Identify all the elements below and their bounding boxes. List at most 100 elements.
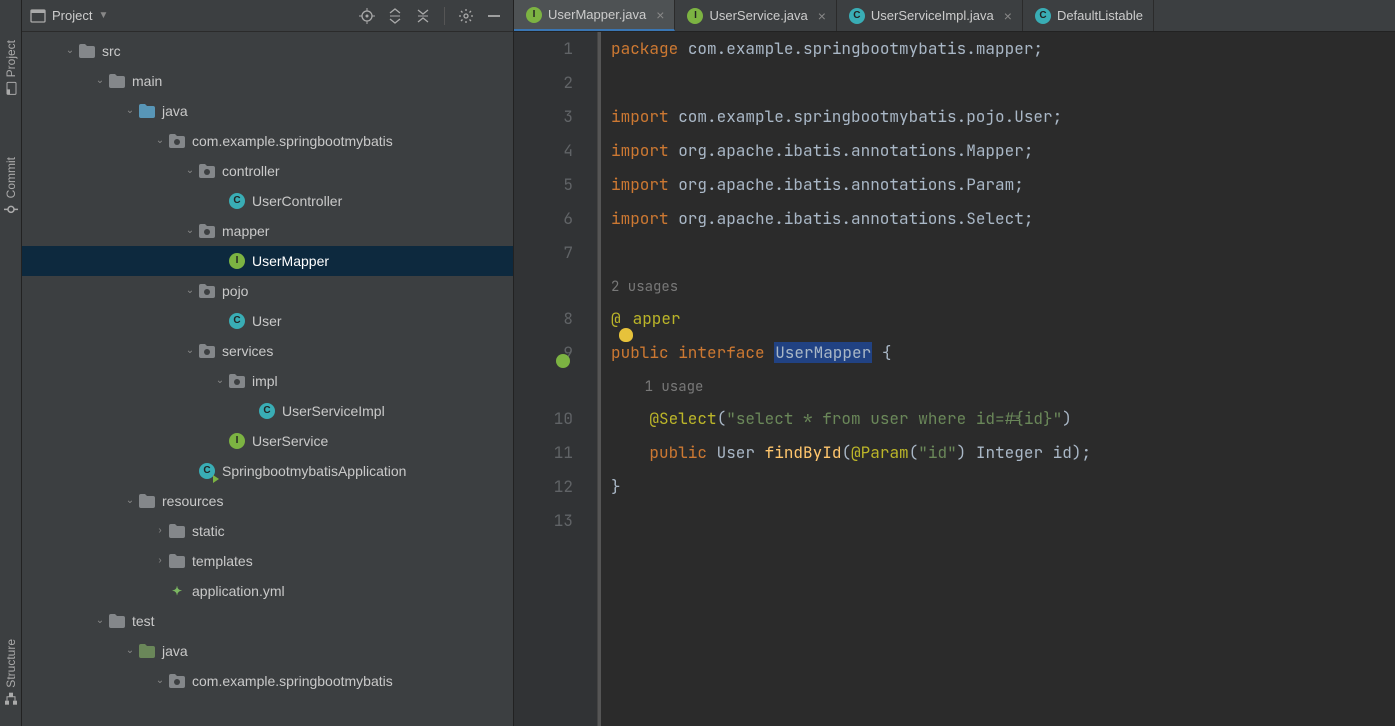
editor-tab[interactable]: IUserService.java× bbox=[675, 0, 836, 31]
line-number: 13 bbox=[514, 504, 573, 538]
editor-tab[interactable]: C DefaultListable bbox=[1023, 0, 1154, 31]
tree-node[interactable]: ⌄test bbox=[22, 606, 513, 636]
expand-arrow-icon[interactable]: ⌄ bbox=[152, 126, 168, 156]
int-icon: I bbox=[526, 7, 542, 23]
rail-project[interactable]: Project bbox=[4, 40, 18, 95]
expand-arrow-icon[interactable]: ⌄ bbox=[62, 36, 78, 66]
code-line[interactable]: @Select("select * from user where id=#{i… bbox=[611, 402, 1395, 436]
run-icon: C bbox=[198, 462, 216, 480]
tree-node[interactable]: ⌄resources bbox=[22, 486, 513, 516]
editor-tab[interactable]: IUserMapper.java× bbox=[514, 0, 675, 31]
pkg-icon bbox=[228, 372, 246, 390]
code-line[interactable] bbox=[611, 66, 1395, 100]
cls-icon: C bbox=[228, 312, 246, 330]
expand-arrow-icon[interactable]: ⌄ bbox=[122, 636, 138, 666]
expand-all-button[interactable] bbox=[384, 5, 406, 27]
tst-icon bbox=[138, 642, 156, 660]
code-line[interactable]: } bbox=[611, 470, 1395, 504]
project-panel-title[interactable]: Project ▼ bbox=[30, 8, 108, 24]
tree-node[interactable]: ⌄ java bbox=[22, 96, 513, 126]
tree-node-label: UserService bbox=[252, 426, 328, 456]
tree-node[interactable]: ⌄services bbox=[22, 336, 513, 366]
res-icon bbox=[138, 492, 156, 510]
expand-arrow-icon[interactable]: ⌄ bbox=[182, 276, 198, 306]
code-line[interactable] bbox=[611, 236, 1395, 270]
tree-node-label: java bbox=[162, 96, 188, 126]
tree-node-label: java bbox=[162, 636, 188, 666]
tree-node-label: templates bbox=[192, 546, 253, 576]
collapse-all-button[interactable] bbox=[412, 5, 434, 27]
tree-node[interactable]: IUserMapper bbox=[22, 246, 513, 276]
expand-arrow-icon[interactable]: ⌄ bbox=[182, 336, 198, 366]
tree-node-label: SpringbootmybatisApplication bbox=[222, 456, 406, 486]
tree-node[interactable]: ⌄ java bbox=[22, 636, 513, 666]
tab-label: DefaultListable bbox=[1057, 8, 1143, 23]
tree-node-label: static bbox=[192, 516, 225, 546]
project-tree[interactable]: ⌄src⌄main⌄java⌄com.example.springbootmyb… bbox=[22, 32, 513, 726]
line-number: 5 bbox=[514, 168, 573, 202]
code-line[interactable]: public interface UserMapper { bbox=[611, 336, 1395, 370]
cls-icon: C bbox=[1035, 8, 1051, 24]
usages-inlay[interactable]: 1 usage bbox=[611, 370, 1395, 402]
code-line[interactable]: import com.example.springbootmybatis.poj… bbox=[611, 100, 1395, 134]
close-icon[interactable]: × bbox=[1004, 8, 1012, 24]
line-number: 4 bbox=[514, 134, 573, 168]
expand-arrow-icon[interactable]: ⌄ bbox=[92, 606, 108, 636]
pkg-icon bbox=[168, 672, 186, 690]
code-line[interactable]: @apper bbox=[611, 302, 1395, 336]
code-area[interactable]: 1234567 89 10111213 package com.example.… bbox=[514, 32, 1395, 726]
code-line[interactable]: import org.apache.ibatis.annotations.Sel… bbox=[611, 202, 1395, 236]
tree-node[interactable]: ⌄ com.example.springbootmybatis bbox=[22, 666, 513, 696]
cls-icon: C bbox=[849, 8, 865, 24]
line-number: 12 bbox=[514, 470, 573, 504]
expand-arrow-icon[interactable]: ⌄ bbox=[182, 216, 198, 246]
tree-node[interactable]: CUserServiceImpl bbox=[22, 396, 513, 426]
gutter: 1234567 89 10111213 bbox=[514, 32, 598, 726]
tree-node[interactable]: ⌄pojo bbox=[22, 276, 513, 306]
tree-node[interactable]: ⌄src bbox=[22, 36, 513, 66]
settings-button[interactable] bbox=[455, 5, 477, 27]
expand-arrow-icon[interactable]: › bbox=[152, 516, 168, 546]
expand-arrow-icon[interactable]: › bbox=[152, 546, 168, 576]
tree-node-label: com.example.springbootmybatis bbox=[192, 666, 393, 696]
rail-commit[interactable]: Commit bbox=[4, 157, 18, 216]
code-line[interactable]: public User findById(@Param("id") Intege… bbox=[611, 436, 1395, 470]
dir-icon bbox=[168, 522, 186, 540]
code-line[interactable]: import org.apache.ibatis.annotations.Map… bbox=[611, 134, 1395, 168]
expand-arrow-icon[interactable]: ⌄ bbox=[152, 666, 168, 696]
expand-arrow-icon[interactable]: ⌄ bbox=[122, 96, 138, 126]
tree-node[interactable]: ⌄main bbox=[22, 66, 513, 96]
leaf-icon: ✦ bbox=[172, 576, 182, 606]
expand-arrow-icon[interactable]: ⌄ bbox=[212, 366, 228, 396]
line-number: 10 bbox=[514, 402, 573, 436]
expand-arrow-icon[interactable]: ⌄ bbox=[122, 486, 138, 516]
class-name-highlight: UserMapper bbox=[774, 342, 872, 363]
expand-arrow-icon[interactable]: ⌄ bbox=[92, 66, 108, 96]
code-line[interactable]: import org.apache.ibatis.annotations.Par… bbox=[611, 168, 1395, 202]
src-icon bbox=[138, 102, 156, 120]
tree-node[interactable]: ✦application.yml bbox=[22, 576, 513, 606]
tree-node[interactable]: ⌄impl bbox=[22, 366, 513, 396]
tree-node[interactable]: ⌄com.example.springbootmybatis bbox=[22, 126, 513, 156]
line-number: 3 bbox=[514, 100, 573, 134]
code-line[interactable] bbox=[611, 504, 1395, 538]
tree-node[interactable]: IUserService bbox=[22, 426, 513, 456]
tree-node[interactable]: › static bbox=[22, 516, 513, 546]
select-opened-file-button[interactable] bbox=[356, 5, 378, 27]
tree-node[interactable]: › templates bbox=[22, 546, 513, 576]
tree-node[interactable]: CUserController bbox=[22, 186, 513, 216]
rail-structure[interactable]: Structure bbox=[4, 639, 18, 706]
hide-button[interactable] bbox=[483, 5, 505, 27]
editor-tab[interactable]: CUserServiceImpl.java× bbox=[837, 0, 1023, 31]
usages-inlay[interactable]: 2 usages bbox=[611, 270, 1395, 302]
pkg-icon bbox=[198, 222, 216, 240]
tree-node[interactable]: ⌄controller bbox=[22, 156, 513, 186]
code-line[interactable]: package com.example.springbootmybatis.ma… bbox=[611, 32, 1395, 66]
tree-node[interactable]: CUser bbox=[22, 306, 513, 336]
code-body[interactable]: package com.example.springbootmybatis.ma… bbox=[598, 32, 1395, 726]
tree-node[interactable]: C SpringbootmybatisApplication bbox=[22, 456, 513, 486]
close-icon[interactable]: × bbox=[656, 7, 664, 23]
close-icon[interactable]: × bbox=[818, 8, 826, 24]
tree-node[interactable]: ⌄mapper bbox=[22, 216, 513, 246]
expand-arrow-icon[interactable]: ⌄ bbox=[182, 156, 198, 186]
